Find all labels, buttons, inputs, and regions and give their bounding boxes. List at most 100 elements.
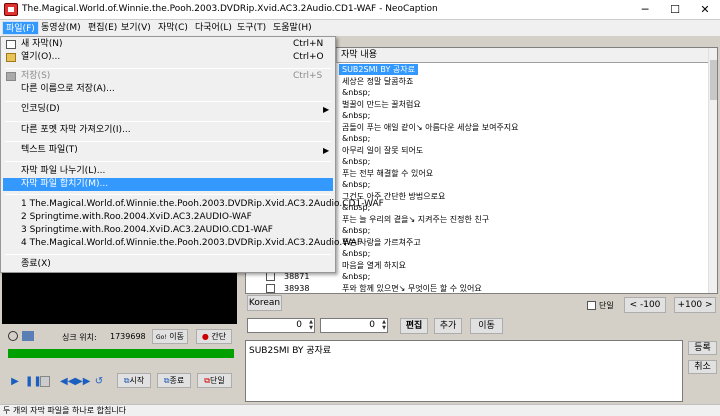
status-bar: 두 개의 자막 파일을 하나로 합칩니다: [0, 404, 720, 416]
menu-import-label: 다른 포멧 자막 가져오기(I)...: [21, 125, 131, 135]
video-area[interactable]: [2, 272, 237, 324]
row-text: 푸와 함께 있으면↘ 무엇이든 할 수 있어요: [342, 283, 482, 293]
row-text: &nbsp;: [342, 180, 371, 189]
menu-bar: 파일(F) 동영상(M) 편집(E) 보기(V) 자막(C) 다국어(L) 도구…: [0, 20, 720, 36]
submenu-arrow-icon: ▶: [323, 146, 330, 155]
rewind-icon[interactable]: ◀◀: [60, 377, 75, 387]
single-label: 단일: [209, 376, 225, 385]
sync-move-label: 이동: [169, 332, 184, 341]
menu-split[interactable]: 자막 파일 나누기(L)...: [3, 165, 333, 178]
menu-open-label: 열기(O)...: [21, 52, 61, 62]
menu-multilang[interactable]: 다국어(L): [192, 21, 235, 35]
menu-encoding[interactable]: 인코딩(D) ▶: [3, 103, 333, 116]
single-checkbox[interactable]: [587, 301, 596, 310]
row-text: 곰돌이 푸는 애일 같이↘ 아름다운 세상을 보여주지요: [342, 122, 519, 132]
window-title: The.Magical.World.of.Winnie.the.Pooh.200…: [22, 4, 438, 14]
row-text: &nbsp;: [342, 88, 371, 97]
maximize-button[interactable]: ☐: [660, 0, 690, 20]
row-text: SUB2SMI BY 공자료: [339, 64, 418, 75]
subtitle-edit-box[interactable]: SUB2SMI BY 공자료: [245, 340, 683, 402]
row-text: &nbsp;: [342, 226, 371, 235]
progress-bar[interactable]: [8, 349, 234, 358]
menu-recent-3[interactable]: 3 Springtime.with.Roo.2004.XviD.AC3.2AUD…: [3, 224, 333, 237]
sync-move-button[interactable]: Go! 이동: [152, 329, 188, 344]
menu-recent-2[interactable]: 2 Springtime.with.Roo.2004.XviD.AC3.2AUD…: [3, 211, 333, 224]
start-label: 시작: [129, 376, 145, 385]
file-menu-dropdown: 새 자막(N) Ctrl+N 열기(O)... Ctrl+O 저장(S) Ctr…: [0, 36, 384, 273]
add-button[interactable]: 추가: [434, 318, 462, 334]
menu-exit-label: 종료(X): [21, 259, 51, 269]
close-button[interactable]: ✕: [690, 0, 720, 20]
end-label: 종료: [169, 376, 185, 385]
menu-recent-1[interactable]: 1 The.Magical.World.of.Winnie.the.Pooh.2…: [3, 198, 384, 211]
menu-file[interactable]: 파일(F): [2, 21, 39, 35]
menu-save[interactable]: 저장(S) Ctrl+S: [3, 70, 333, 83]
minus100-button[interactable]: < -100: [624, 297, 666, 313]
pause-icon[interactable]: ❚❚: [25, 377, 42, 387]
speaker-icon[interactable]: [22, 331, 34, 341]
menu-separator: [5, 141, 331, 142]
row-text: &nbsp;: [342, 157, 371, 166]
menu-view[interactable]: 보기(V): [118, 21, 154, 35]
forward-icon[interactable]: ▶▶: [75, 377, 90, 387]
row-text: 아무리 일이 잘못 되어도: [342, 145, 424, 155]
row-checkbox[interactable]: [266, 283, 275, 293]
menu-subtitle[interactable]: 자막(C): [155, 21, 191, 35]
menu-save-as-label: 다른 이름으로 저장(A)...: [21, 84, 115, 94]
menu-video[interactable]: 동영상(M): [38, 21, 84, 35]
break-label: 간단: [211, 332, 227, 341]
menu-text-file[interactable]: 텍스트 파일(T) ▶: [3, 144, 333, 157]
vertical-scrollbar[interactable]: [708, 48, 717, 293]
single-button[interactable]: ⧉단일: [197, 373, 232, 388]
row-text: 푸는 늘 우리의 곁을↘ 지켜주는 진정한 친구: [342, 214, 490, 224]
menu-merge[interactable]: 자막 파일 합치기(M)...: [3, 178, 333, 191]
play-icon[interactable]: ▶: [10, 377, 20, 387]
end-time-spinner[interactable]: 0: [320, 318, 388, 333]
row-text: 마음을 열게 하지요: [342, 260, 406, 270]
table-row[interactable]: 38938 푸와 함께 있으면↘ 무엇이든 할 수 있어요: [246, 283, 710, 294]
row-checkbox[interactable]: [266, 272, 275, 281]
menu-edit[interactable]: 편집(E): [85, 21, 120, 35]
start-time-spinner[interactable]: 0: [247, 318, 315, 333]
menu-help[interactable]: 도움말(H): [270, 21, 315, 35]
language-button[interactable]: Korean: [247, 295, 282, 311]
menu-new-label: 새 자막(N): [21, 39, 63, 49]
menu-save-as[interactable]: 다른 이름으로 저장(A)...: [3, 83, 333, 96]
row-text: 벌꿀이 만드는 꿀처럼요: [342, 99, 421, 109]
end-button[interactable]: ⧉종료: [157, 373, 191, 388]
loop-icon[interactable]: ↺: [94, 377, 104, 387]
plus100-button[interactable]: +100 >: [674, 297, 716, 313]
menu-separator: [5, 101, 331, 102]
row-text: 푸는 전부 해결할 수 있어요: [342, 168, 434, 178]
menu-new[interactable]: 새 자막(N) Ctrl+N: [3, 38, 333, 51]
header-text[interactable]: 자막 내용: [337, 48, 710, 63]
stop-icon[interactable]: [40, 376, 50, 387]
move-button[interactable]: 이동: [470, 318, 503, 334]
menu-save-shortcut: Ctrl+S: [293, 71, 323, 81]
sync-icon[interactable]: [8, 331, 18, 341]
cancel-button[interactable]: 취소: [688, 360, 717, 374]
menu-exit[interactable]: 종료(X): [3, 258, 333, 271]
register-button[interactable]: 등록: [688, 341, 717, 355]
menu-encoding-label: 인코딩(D): [21, 104, 60, 114]
menu-new-shortcut: Ctrl+N: [293, 39, 324, 49]
scroll-thumb[interactable]: [710, 60, 717, 100]
row-text: &nbsp;: [342, 272, 371, 281]
menu-open[interactable]: 열기(O)... Ctrl+O: [3, 51, 333, 64]
break-button[interactable]: ● 간단: [196, 329, 232, 344]
row-text: &nbsp;: [342, 134, 371, 143]
submenu-arrow-icon: ▶: [323, 105, 330, 114]
single-checkbox-label: 단일: [599, 301, 614, 310]
menu-import[interactable]: 다른 포멧 자막 가져오기(I)...: [3, 124, 333, 137]
row-text: 세상은 정말 달콤하죠: [342, 76, 414, 86]
menu-save-label: 저장(S): [21, 71, 51, 81]
menu-text-file-label: 텍스트 파일(T): [21, 145, 78, 155]
start-button[interactable]: ⧉시작: [117, 373, 151, 388]
title-bar: The.Magical.World.of.Winnie.the.Pooh.200…: [0, 0, 720, 20]
minimize-button[interactable]: ─: [630, 0, 660, 20]
app-icon: [4, 3, 18, 16]
menu-tools[interactable]: 도구(T): [234, 21, 269, 35]
edit-button[interactable]: 편집: [400, 318, 428, 334]
menu-open-shortcut: Ctrl+O: [293, 52, 324, 62]
menu-recent-4[interactable]: 4 The.Magical.World.of.Winnie.the.Pooh.2…: [3, 237, 362, 250]
